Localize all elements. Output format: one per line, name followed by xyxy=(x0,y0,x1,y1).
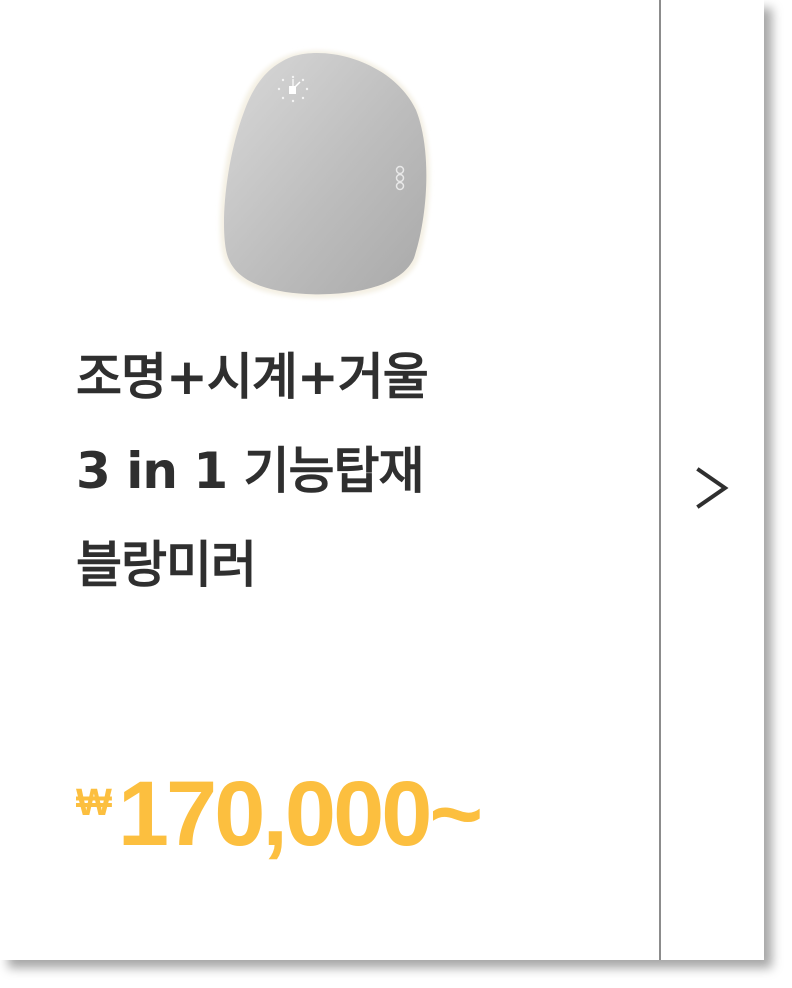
product-title-line-1: 조명+시계+거울 xyxy=(76,348,429,406)
product-title-line-2: 3 in 1 기능탑재 xyxy=(76,442,425,500)
divider xyxy=(659,0,661,960)
product-title-line-3: 블랑미러 xyxy=(76,536,257,594)
product-card[interactable]: 조명+시계+거울 3 in 1 기능탑재 블랑미러 ₩170,000~ xyxy=(0,0,764,960)
chevron-right-icon[interactable] xyxy=(680,448,740,528)
price-amount: 170,000~ xyxy=(117,763,483,865)
product-title: 조명+시계+거울 3 in 1 기능탑재 블랑미러 xyxy=(76,330,636,612)
product-price: ₩170,000~ xyxy=(76,763,483,865)
round-mirror-with-clock-icon xyxy=(220,50,431,299)
product-card-container: 조명+시계+거울 3 in 1 기능탑재 블랑미러 ₩170,000~ xyxy=(0,0,792,988)
currency-symbol: ₩ xyxy=(76,782,112,824)
